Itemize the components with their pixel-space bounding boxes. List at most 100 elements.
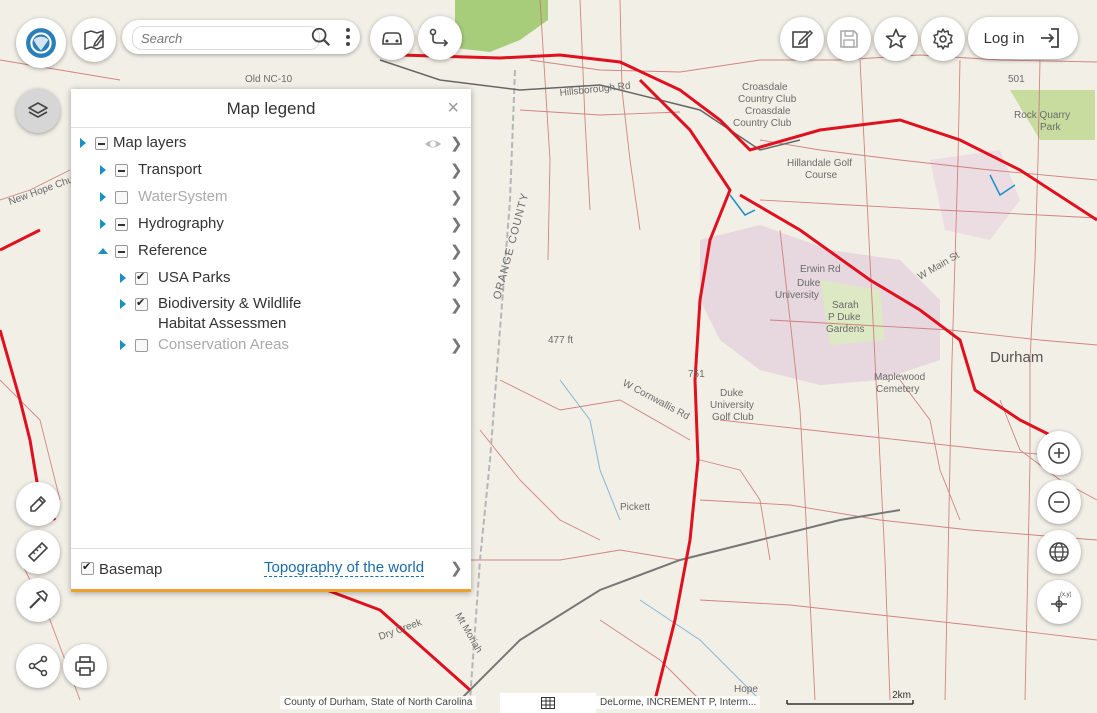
app-logo-button[interactable] (16, 18, 66, 68)
layer-label-line2: Habitat Assessmen (158, 315, 287, 332)
chevron-right-icon[interactable]: ❯ (450, 296, 463, 314)
edit-icon (792, 29, 814, 48)
layer-checkbox[interactable] (115, 164, 128, 177)
layer-row-transport[interactable]: Transport ❯ (71, 161, 471, 183)
search-bar (122, 20, 360, 54)
chevron-right-icon[interactable]: ❯ (450, 559, 463, 577)
tools-button[interactable] (16, 578, 60, 622)
car-icon (382, 32, 402, 45)
app-logo-icon (26, 28, 56, 58)
chevron-right-icon[interactable]: ❯ (450, 336, 463, 354)
map-label: University (775, 290, 819, 301)
globe-button[interactable] (1037, 530, 1081, 574)
expand-icon[interactable] (120, 299, 126, 309)
visibility-icon[interactable] (423, 136, 443, 152)
expand-icon[interactable] (120, 273, 126, 283)
gear-icon (933, 28, 953, 50)
draw-button[interactable] (16, 482, 60, 526)
grid-icon (541, 697, 555, 709)
basemap-checkbox[interactable] (81, 560, 94, 575)
map-label: Country Club (733, 118, 792, 129)
search-input[interactable] (132, 26, 320, 50)
legend-footer: Basemap Topography of the world ❯ (71, 548, 471, 589)
coordinates-button[interactable]: (x,y) (1037, 580, 1081, 624)
favorites-button[interactable] (874, 17, 918, 61)
svg-text:(x,y): (x,y) (1060, 592, 1071, 598)
layer-checkbox[interactable] (115, 218, 128, 231)
share-icon (28, 655, 48, 677)
layer-label: Reference (138, 242, 208, 259)
chevron-right-icon[interactable]: ❯ (450, 161, 463, 179)
hammer-icon (29, 590, 48, 609)
layer-row-biodiversity[interactable]: Biodiversity & Wildlife Habitat Assessme… (71, 295, 471, 337)
map-label: Park (1040, 122, 1062, 133)
expand-icon[interactable] (100, 219, 106, 229)
layer-label: USA Parks (158, 269, 231, 286)
star-icon (885, 28, 907, 49)
zoom-in-button[interactable] (1037, 431, 1081, 475)
map-label: Duke (797, 278, 821, 289)
zoom-out-button[interactable] (1037, 480, 1081, 524)
map-label: P Duke (828, 312, 861, 323)
route-icon (429, 28, 449, 47)
edit-map-icon (84, 29, 104, 51)
settings-button[interactable] (921, 17, 965, 61)
layer-checkbox[interactable] (115, 191, 128, 204)
edit-button[interactable] (780, 17, 824, 61)
layer-checkbox[interactable] (135, 270, 148, 285)
chevron-right-icon[interactable]: ❯ (450, 134, 463, 152)
expand-icon[interactable] (80, 138, 86, 148)
chevron-right-icon[interactable]: ❯ (450, 188, 463, 206)
layer-row-conservation-areas[interactable]: Conservation Areas ❯ (71, 336, 471, 358)
layers-button[interactable] (16, 89, 60, 133)
layer-row-hydrography[interactable]: Hydrography ❯ (71, 215, 471, 237)
map-label: Old NC-10 (245, 74, 293, 85)
login-icon (1041, 28, 1060, 48)
expand-icon[interactable] (120, 340, 126, 350)
layer-label: Map layers (113, 134, 187, 151)
chevron-right-icon[interactable]: ❯ (450, 269, 463, 287)
layer-row-usa-parks[interactable]: USA Parks ❯ (71, 269, 471, 291)
layer-checkbox[interactable] (115, 245, 128, 258)
zoom-out-icon (1048, 491, 1070, 513)
expand-icon[interactable] (100, 165, 106, 175)
search-icon[interactable] (310, 26, 332, 48)
print-button[interactable] (63, 644, 107, 688)
zoom-in-icon (1048, 442, 1070, 464)
globe-icon (1049, 542, 1069, 562)
measure-button[interactable] (16, 530, 60, 574)
chevron-right-icon[interactable]: ❯ (450, 242, 463, 260)
more-vertical-icon[interactable] (344, 26, 352, 48)
map-label: Pickett (620, 502, 650, 513)
collapse-icon[interactable] (98, 248, 108, 254)
basemap-link[interactable]: Topography of the world (264, 559, 425, 577)
map-label: 751 (688, 369, 705, 380)
map-label: Golf Club (712, 412, 754, 423)
layer-checkbox[interactable] (95, 137, 108, 150)
layer-checkbox[interactable] (135, 339, 148, 352)
attribution-toggle[interactable] (500, 693, 596, 713)
map-label: Course (805, 170, 838, 181)
save-icon (840, 30, 858, 48)
chevron-right-icon[interactable]: ❯ (450, 215, 463, 233)
layer-row-reference[interactable]: Reference ❯ (71, 242, 471, 264)
layer-checkbox[interactable] (135, 296, 148, 311)
save-button[interactable] (827, 17, 871, 61)
map-label: Cemetery (876, 384, 919, 395)
map-label: Hillandale Golf (787, 158, 852, 169)
layer-row-watersystem[interactable]: WaterSystem ❯ (71, 188, 471, 210)
car-button[interactable] (370, 16, 414, 60)
edit-map-button[interactable] (72, 18, 116, 62)
login-button[interactable]: Log in (968, 17, 1078, 59)
layer-label: Hydrography (138, 215, 224, 232)
map-label: 477 ft (548, 335, 573, 346)
map-label: Country Club (738, 94, 797, 105)
layer-label: WaterSystem (138, 188, 228, 205)
expand-icon[interactable] (100, 192, 106, 202)
route-button[interactable] (418, 16, 462, 60)
share-button[interactable] (16, 644, 60, 688)
close-icon[interactable]: × (447, 97, 459, 120)
layer-row-map-layers[interactable]: Map layers ❯ (71, 134, 471, 156)
map-label: Hope (734, 684, 758, 695)
map-label: Croasdale (742, 82, 788, 93)
